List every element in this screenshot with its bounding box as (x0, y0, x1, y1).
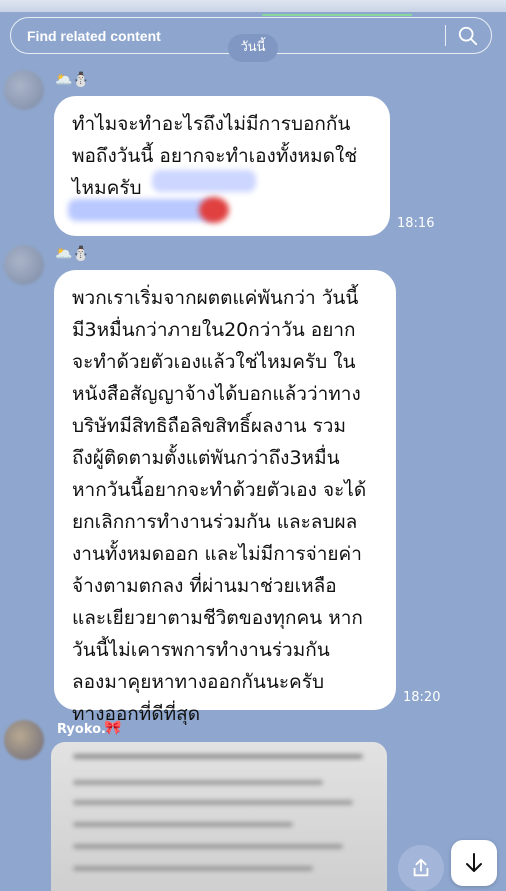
sender-emoji: 🎀 (104, 720, 122, 736)
message-time: 18:16 (397, 216, 435, 231)
avatar[interactable] (4, 245, 44, 285)
search-icon[interactable] (457, 25, 479, 47)
message-text: พวกเราเริ่มจากผตตแค่พันกว่า วันนี้ มี3หม… (72, 287, 367, 725)
share-icon (413, 858, 429, 877)
search-input[interactable] (25, 18, 429, 55)
progress-line (262, 14, 412, 16)
document-image[interactable] (51, 742, 387, 891)
avatar[interactable] (4, 720, 44, 760)
sender-name: Ryoko. (57, 722, 106, 737)
date-separator: วันนี้ (228, 34, 278, 62)
avatar[interactable] (4, 70, 44, 110)
sender-emoji: 🌥️⛄ (55, 246, 90, 262)
status-strip (0, 0, 506, 16)
share-button[interactable] (398, 845, 444, 891)
message-time: 18:20 (403, 690, 441, 705)
arrow-down-icon (466, 853, 482, 872)
sender-emoji: 🌥️⛄ (55, 72, 90, 88)
redacted-text (68, 199, 216, 221)
message-bubble[interactable]: พวกเราเริ่มจากผตตแค่พันกว่า วันนี้ มี3หม… (54, 270, 396, 725)
scroll-down-button[interactable] (451, 840, 497, 886)
redacted-emoji (199, 197, 229, 223)
search-divider (445, 25, 446, 46)
redacted-text (152, 170, 256, 192)
